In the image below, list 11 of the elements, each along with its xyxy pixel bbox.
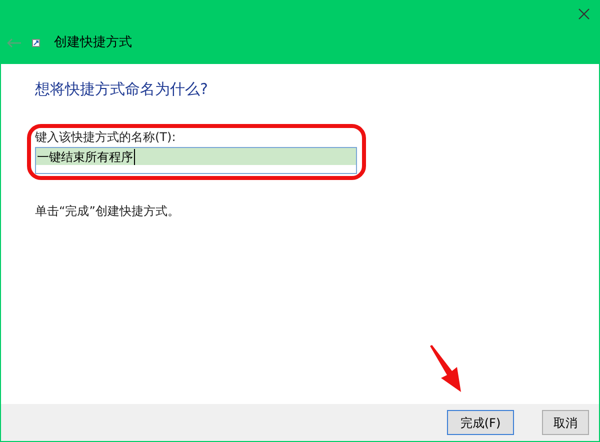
- dialog-button[interactable]: 取消: [542, 410, 589, 435]
- window-title: 创建快捷方式: [54, 34, 132, 52]
- dialog-heading: 想将快捷方式命名为什么?: [35, 79, 208, 100]
- instruction-text: 单击“完成”创建快捷方式。: [35, 203, 180, 220]
- field-label: 键入该快捷方式的名称(T):: [35, 129, 176, 145]
- field-value: 一键结束所有程序: [36, 148, 135, 164]
- dialog-button[interactable]: 完成(F): [447, 410, 514, 435]
- close-icon[interactable]: [578, 8, 590, 20]
- name-input-field[interactable]: 一键结束所有程序: [35, 147, 357, 174]
- pointer-arrow: [428, 344, 464, 394]
- shortcut-icon: [32, 39, 40, 47]
